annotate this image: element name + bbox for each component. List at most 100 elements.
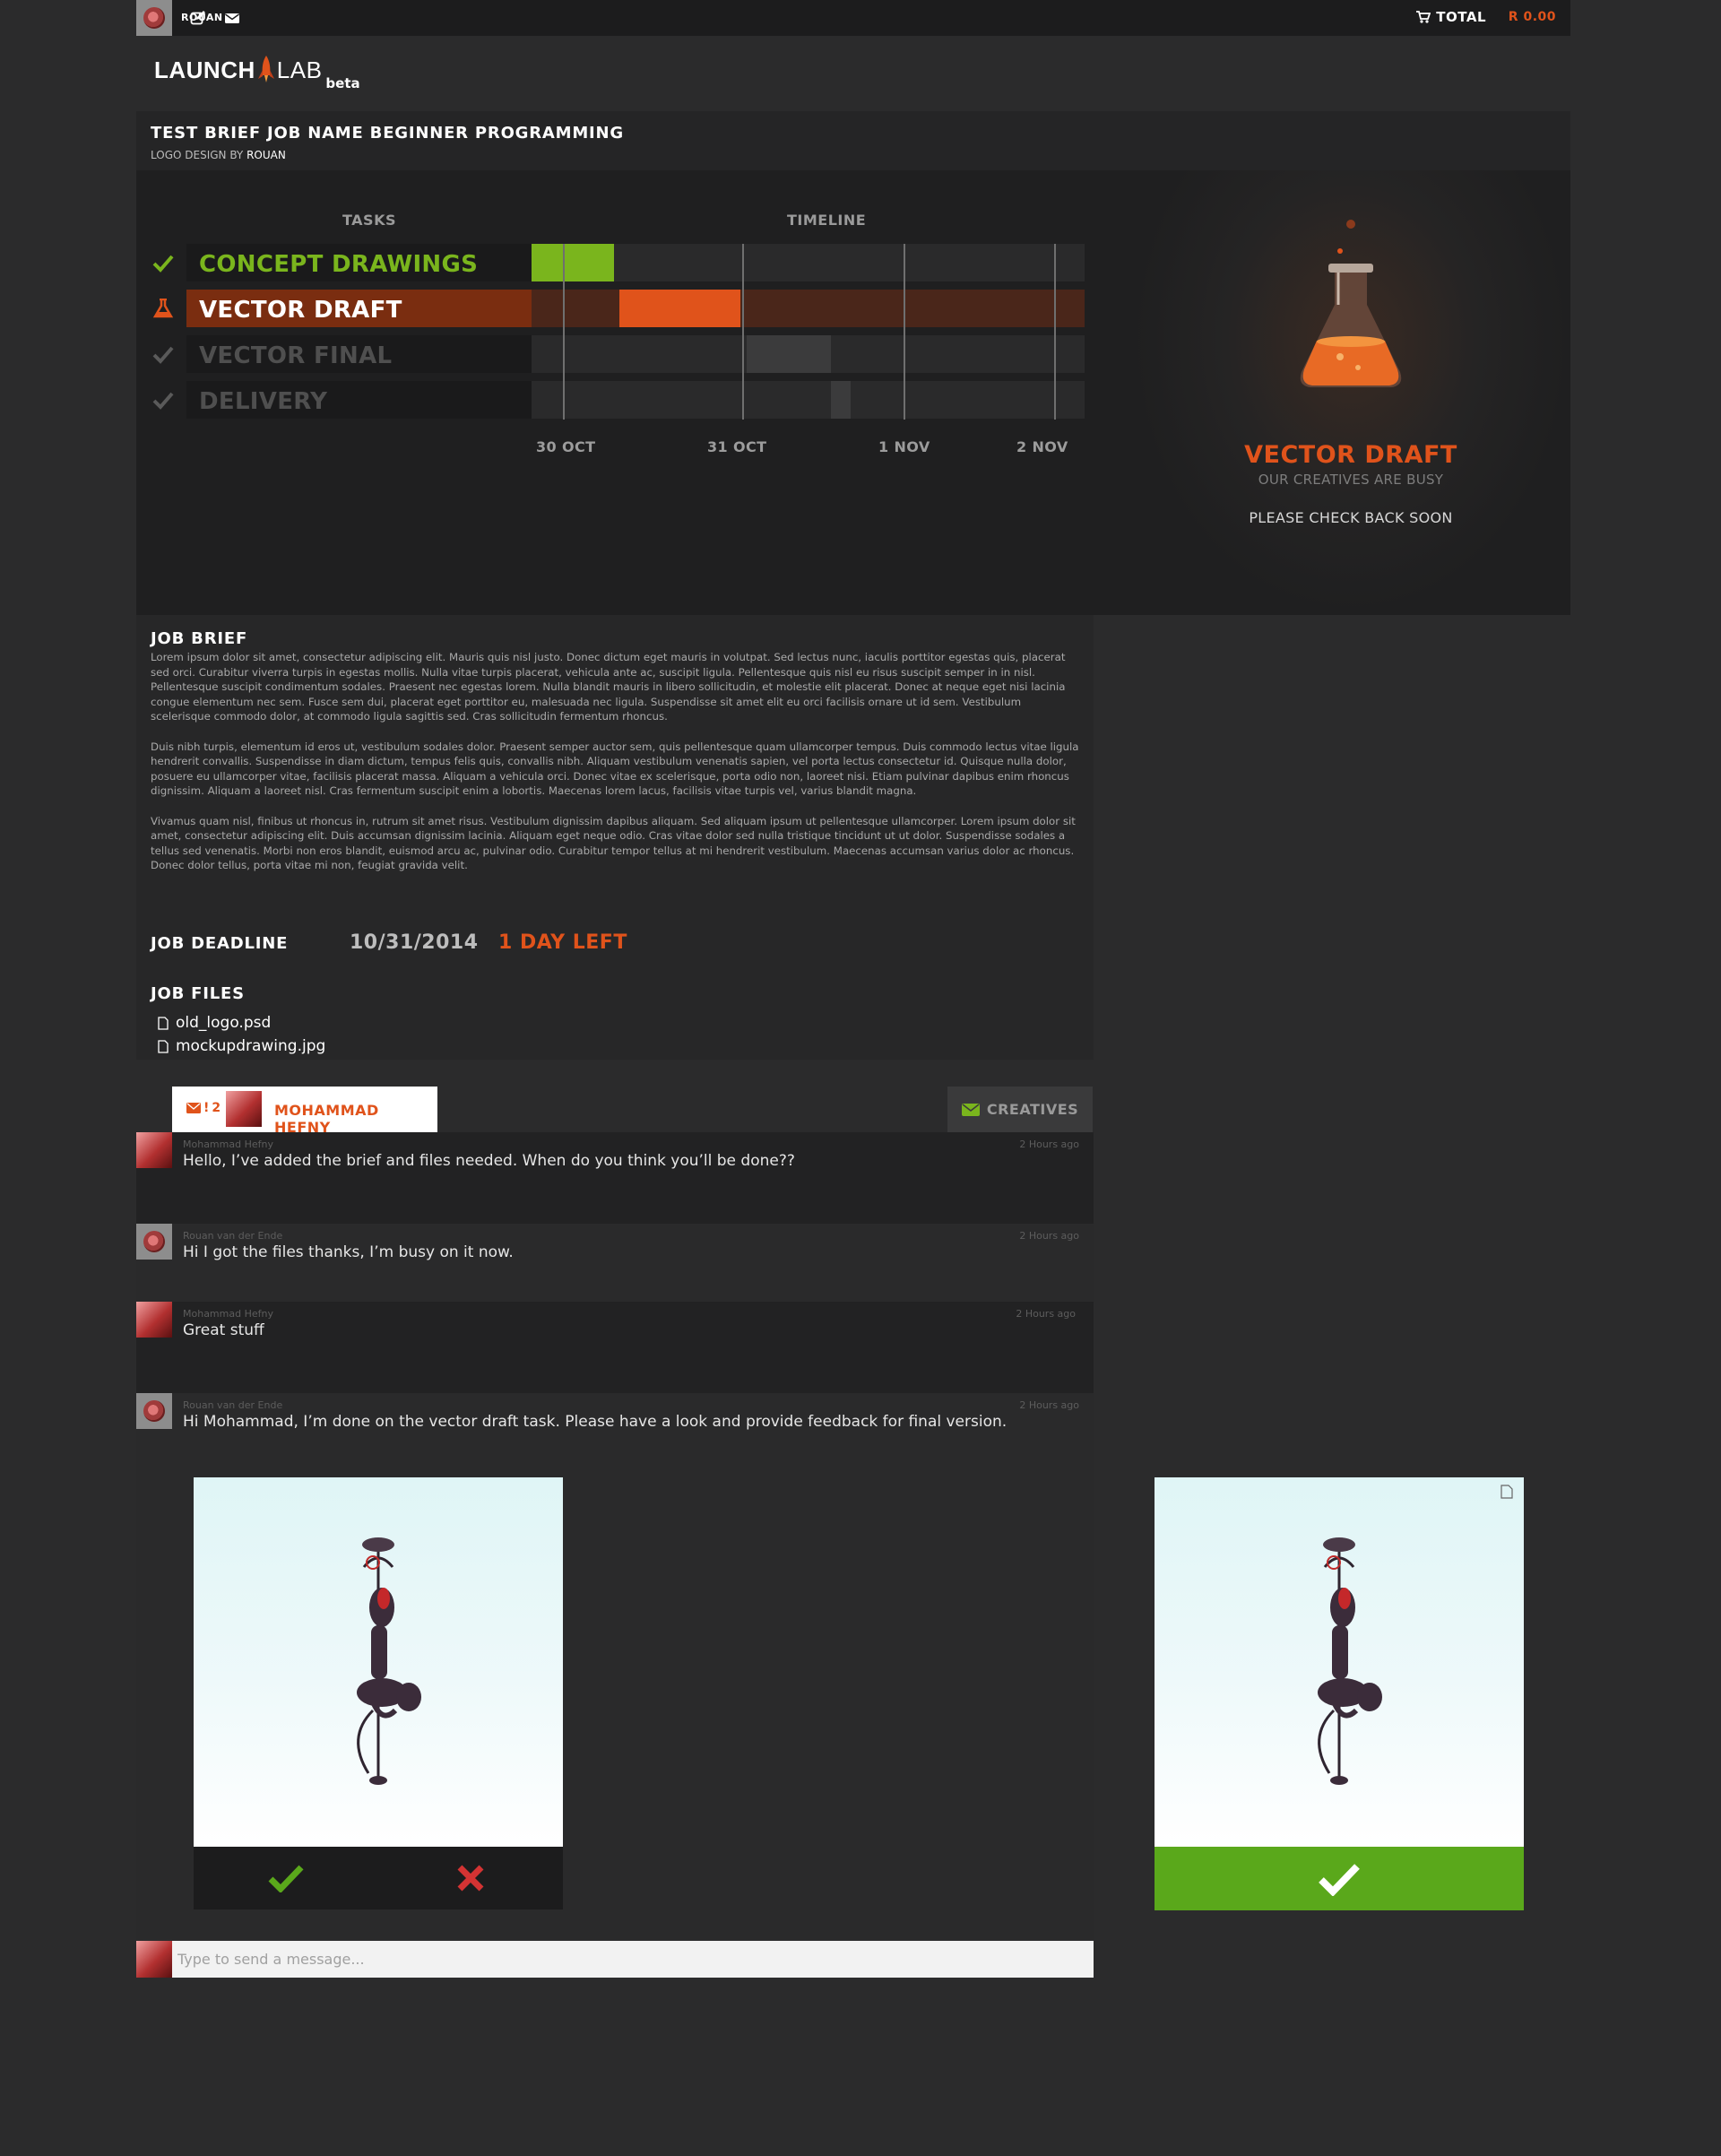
file-link[interactable]: mockupdrawing.jpg bbox=[151, 1037, 325, 1055]
message-input[interactable] bbox=[177, 1941, 1092, 1978]
file-icon[interactable] bbox=[1500, 1485, 1513, 1499]
message-author: Mohammad Hefny bbox=[183, 1308, 273, 1320]
task-bar-concept bbox=[532, 244, 614, 281]
chat-contact-name: MOHAMMAD HEFNY bbox=[274, 1102, 379, 1136]
design-illustration bbox=[357, 1537, 421, 1785]
reject-button[interactable] bbox=[378, 1847, 563, 1909]
cart-icon bbox=[1416, 11, 1431, 23]
task-row-concept-drawings[interactable]: CONCEPT DRAWINGS bbox=[152, 244, 1137, 281]
draft-image-card bbox=[194, 1477, 563, 1909]
mail-icon bbox=[961, 1103, 980, 1116]
message-input-row bbox=[136, 1941, 1094, 1978]
avatar bbox=[136, 1393, 172, 1429]
task-label: VECTOR DRAFT bbox=[199, 297, 402, 324]
job-by: BY bbox=[229, 149, 244, 161]
task-timeline bbox=[532, 290, 1085, 327]
avatar bbox=[136, 1224, 172, 1260]
task-bar-delivery bbox=[831, 381, 851, 419]
chat-message: Rouan van der Ende 2 Hours ago Hi I got … bbox=[136, 1224, 1094, 1302]
job-author[interactable]: ROUAN bbox=[246, 149, 286, 161]
status-title: VECTOR DRAFT bbox=[1244, 441, 1457, 469]
total-amount: R 0.00 bbox=[1508, 10, 1556, 24]
deadline-date: 10/31/2014 bbox=[350, 931, 479, 954]
design-illustration bbox=[1318, 1537, 1382, 1785]
creatives-tab[interactable]: CREATIVES bbox=[947, 1087, 1093, 1132]
timeline-divider bbox=[1054, 244, 1056, 420]
files-heading: JOB FILES bbox=[151, 984, 245, 1003]
timeline-date: 31 OCT bbox=[707, 438, 767, 455]
brief-paragraph: Duis nibh turpis, elementum id eros ut, … bbox=[151, 740, 1079, 798]
approved-image[interactable] bbox=[1155, 1477, 1524, 1847]
message-time: 2 Hours ago bbox=[1019, 1230, 1079, 1242]
approve-button[interactable] bbox=[194, 1847, 378, 1909]
task-bar-vector-draft bbox=[619, 290, 740, 327]
avatar bbox=[136, 1132, 172, 1168]
draft-image[interactable] bbox=[194, 1477, 563, 1847]
cart-total[interactable]: TOTAL bbox=[1416, 9, 1486, 25]
file-link[interactable]: old_logo.psd bbox=[151, 1014, 325, 1032]
message-author: Rouan van der Ende bbox=[183, 1230, 283, 1242]
user-avatar[interactable] bbox=[136, 0, 172, 36]
message-time: 2 Hours ago bbox=[1019, 1139, 1079, 1150]
file-name: old_logo.psd bbox=[176, 1014, 272, 1032]
check-icon bbox=[152, 392, 174, 410]
message-time: 2 Hours ago bbox=[1016, 1308, 1076, 1320]
creatives-label: CREATIVES bbox=[986, 1101, 1079, 1118]
avatar bbox=[136, 1302, 172, 1338]
job-header: TEST BRIEF JOB NAME BEGINNER PROGRAMMING… bbox=[136, 111, 1570, 170]
job-subtitle: LOGO DESIGN BY ROUAN bbox=[151, 149, 286, 161]
brief-paragraph: Vivamus quam nisl, finibus ut rhoncus in… bbox=[151, 814, 1076, 872]
chat-tab-mohammad[interactable]: ! 2 MOHAMMAD HEFNY bbox=[172, 1087, 437, 1136]
close-icon bbox=[457, 1865, 484, 1892]
message-author: Rouan van der Ende bbox=[183, 1399, 283, 1411]
avatar bbox=[136, 1941, 172, 1978]
unread-badge: ! 2 bbox=[186, 1101, 221, 1115]
check-icon bbox=[152, 255, 174, 273]
task-label: DELIVERY bbox=[199, 388, 328, 415]
rocket-icon bbox=[257, 56, 274, 82]
total-label: TOTAL bbox=[1436, 9, 1486, 25]
task-label-cell: VECTOR DRAFT bbox=[186, 290, 532, 327]
task-bar-vector-final bbox=[747, 335, 831, 373]
edit-icon[interactable] bbox=[190, 10, 206, 26]
approved-banner bbox=[1155, 1847, 1524, 1910]
task-timeline bbox=[532, 381, 1085, 419]
mail-icon bbox=[186, 1103, 201, 1113]
timeline-date: 30 OCT bbox=[536, 438, 596, 455]
launchlab-logo[interactable]: LAUNCH LAB beta bbox=[154, 56, 360, 91]
unread-count: 2 bbox=[212, 1101, 221, 1115]
timeline-heading: TIMELINE bbox=[787, 212, 867, 229]
task-label: CONCEPT DRAWINGS bbox=[199, 251, 479, 278]
status-box: VECTOR DRAFT OUR CREATIVES ARE BUSY PLEA… bbox=[1131, 170, 1570, 615]
status-subtitle: OUR CREATIVES ARE BUSY bbox=[1258, 472, 1444, 488]
job-category: LOGO DESIGN bbox=[151, 149, 227, 161]
message-author: Mohammad Hefny bbox=[183, 1139, 273, 1150]
file-icon bbox=[158, 1039, 169, 1053]
task-row-delivery[interactable]: DELIVERY bbox=[152, 381, 1137, 419]
check-icon bbox=[268, 1865, 304, 1892]
task-row-vector-final[interactable]: VECTOR FINAL bbox=[152, 335, 1137, 373]
task-row-vector-draft[interactable]: VECTOR DRAFT bbox=[152, 290, 1137, 327]
task-label-cell: DELIVERY bbox=[186, 381, 532, 419]
job-title: TEST BRIEF JOB NAME BEGINNER PROGRAMMING bbox=[151, 124, 624, 143]
brief-heading: JOB BRIEF bbox=[151, 629, 248, 648]
timeline-divider bbox=[904, 244, 905, 420]
deadline-remaining: 1 DAY LEFT bbox=[498, 931, 627, 954]
job-brief-panel: JOB BRIEF Lorem ipsum dolor sit amet, co… bbox=[136, 615, 1094, 1060]
file-name: mockupdrawing.jpg bbox=[176, 1037, 326, 1055]
timeline-date: 2 NOV bbox=[1016, 438, 1068, 455]
chat-message: Mohammad Hefny 2 Hours ago Hello, I’ve a… bbox=[136, 1132, 1094, 1224]
check-icon bbox=[152, 346, 174, 364]
flask-icon bbox=[152, 299, 174, 318]
timeline-divider bbox=[742, 244, 744, 420]
task-label: VECTOR FINAL bbox=[199, 342, 393, 369]
job-deadline: JOB DEADLINE 10/31/2014 1 DAY LEFT bbox=[151, 920, 627, 954]
progress-panel: TASKS TIMELINE CONCEPT DRAWINGS VECTOR D… bbox=[136, 170, 1570, 615]
message-text: Hello, I’ve added the brief and files ne… bbox=[183, 1152, 795, 1170]
mail-icon[interactable] bbox=[224, 10, 240, 26]
file-icon bbox=[158, 1016, 169, 1030]
message-time: 2 Hours ago bbox=[1019, 1399, 1079, 1411]
task-timeline bbox=[532, 335, 1085, 373]
tasks-heading: TASKS bbox=[342, 212, 396, 229]
status-message: PLEASE CHECK BACK SOON bbox=[1249, 509, 1453, 526]
